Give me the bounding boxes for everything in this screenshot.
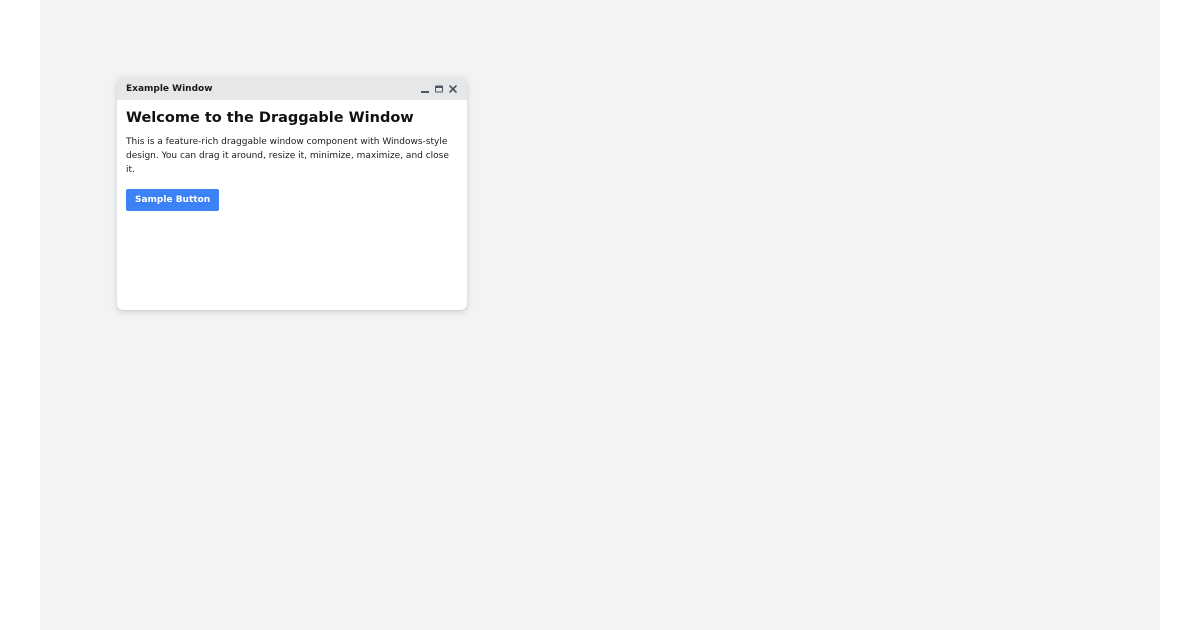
minimize-icon[interactable] (420, 84, 430, 94)
close-icon[interactable] (448, 84, 458, 94)
window-heading: Welcome to the Draggable Window (126, 110, 414, 126)
desktop-area: Example Window Welcome to the Draggable … (40, 0, 1160, 630)
maximize-icon[interactable] (434, 84, 444, 94)
window-content: Welcome to the Draggable Window This is … (117, 100, 467, 221)
window-title: Example Window (126, 83, 213, 94)
draggable-window[interactable]: Example Window Welcome to the Draggable … (117, 77, 467, 310)
sample-button[interactable]: Sample Button (126, 189, 220, 211)
window-controls (420, 84, 458, 94)
window-description: This is a feature-rich draggable window … (126, 137, 449, 175)
window-titlebar[interactable]: Example Window (117, 77, 467, 100)
